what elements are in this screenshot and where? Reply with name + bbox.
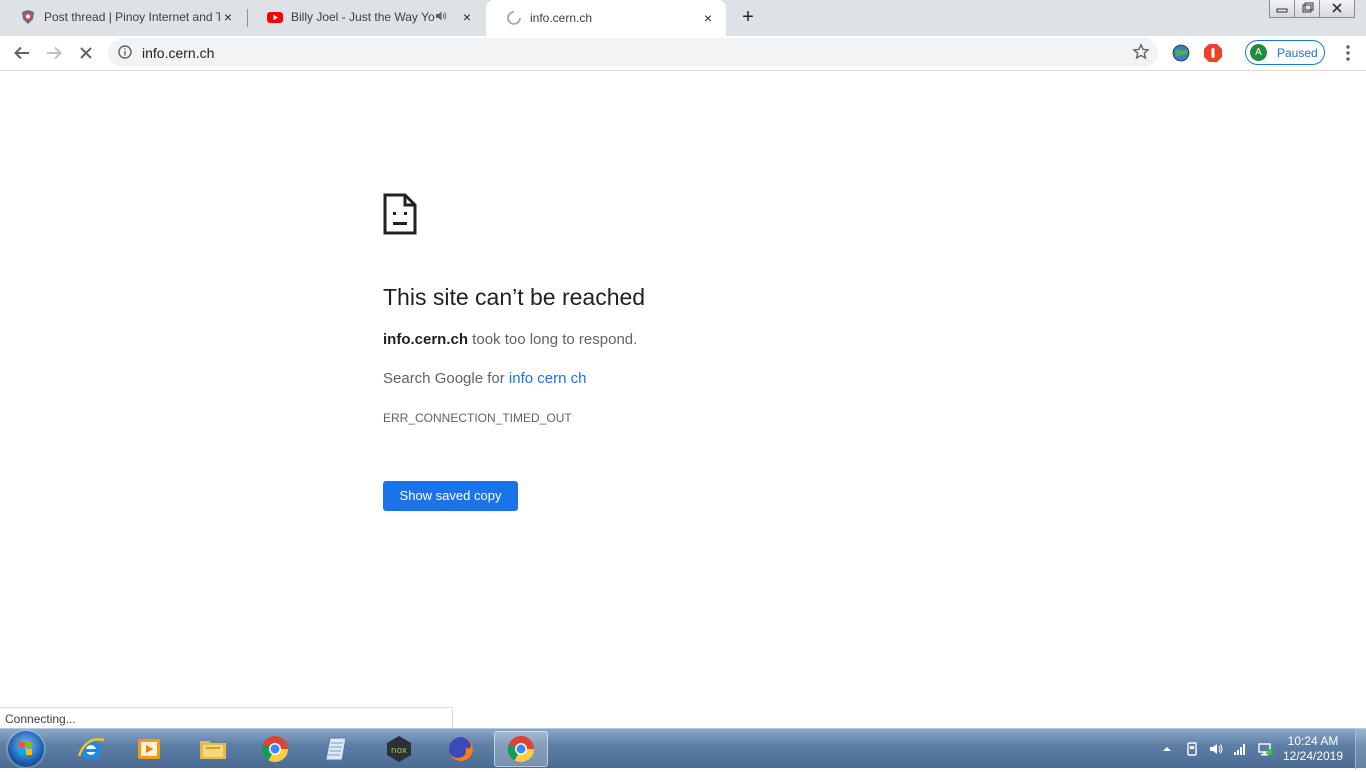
error-message-text: took too long to respond. (468, 331, 638, 348)
profile-status: Paused (1277, 46, 1318, 60)
tab-pinoy-forum[interactable]: Post thread | Pinoy Internet and T × (0, 0, 246, 34)
minimize-button[interactable] (1269, 0, 1295, 18)
media-player-icon (138, 739, 160, 759)
taskbar-internet-explorer[interactable] (64, 731, 118, 767)
file-explorer-icon (200, 741, 226, 759)
forward-button[interactable] (42, 41, 66, 65)
taskbar-nox[interactable]: nox (372, 731, 426, 767)
avatar: A (1250, 44, 1267, 61)
new-tab-button[interactable]: + (737, 6, 759, 28)
chrome-icon (507, 736, 535, 763)
clock-date: 12/24/2019 (1282, 749, 1344, 763)
taskbar-clock[interactable]: 10:24 AM 12/24/2019 (1282, 734, 1344, 764)
back-button[interactable] (10, 41, 34, 65)
info-icon[interactable] (118, 45, 132, 59)
pinoy-forum-icon (20, 9, 36, 25)
tab-info-cern[interactable]: info.cern.ch × (486, 0, 726, 36)
loading-spinner-icon (506, 10, 522, 26)
youtube-icon (267, 9, 283, 25)
error-host: info.cern.ch (383, 331, 469, 348)
volume-icon[interactable] (1208, 741, 1224, 757)
profile-button[interactable]: A Paused (1245, 40, 1325, 65)
address-url[interactable]: info.cern.ch (142, 45, 214, 61)
stop-icon (80, 47, 92, 59)
internet-explorer-icon (77, 738, 105, 760)
address-bar[interactable]: info.cern.ch (108, 38, 1158, 67)
network-connection-icon[interactable] (1256, 741, 1274, 757)
more-menu-icon[interactable] (1340, 44, 1356, 62)
search-suggestion: Search Google for info cern ch (383, 370, 586, 387)
stop-loading-button[interactable] (74, 41, 98, 65)
taskbar-firefox[interactable] (434, 731, 488, 767)
windows-taskbar: nox 10:24 AM 12/24/2019 (0, 728, 1366, 769)
notepad-icon (325, 737, 347, 761)
close-window-button[interactable] (1319, 0, 1355, 18)
svg-text:nox: nox (391, 746, 408, 756)
search-google-link[interactable]: info cern ch (509, 370, 587, 387)
tab-strip: Post thread | Pinoy Internet and T × Bil… (0, 0, 1366, 36)
arrow-left-icon (14, 46, 29, 60)
firefox-icon (449, 737, 473, 761)
show-saved-copy-button[interactable]: Show saved copy (383, 481, 518, 511)
error-code: ERR_CONNECTION_TIMED_OUT (383, 411, 572, 425)
search-suggestion-prefix: Search Google for (383, 370, 509, 387)
arrow-right-icon (47, 46, 62, 60)
adblock-stop-icon[interactable] (1203, 43, 1223, 63)
status-bubble: Connecting... (0, 707, 453, 728)
clock-time: 10:24 AM (1287, 734, 1339, 748)
taskbar-media-player[interactable] (122, 731, 176, 767)
bookmark-star-icon[interactable] (1132, 43, 1150, 61)
restore-button[interactable] (1294, 0, 1320, 18)
browser-toolbar: info.cern.ch A Paused (0, 36, 1366, 71)
device-icon[interactable] (1184, 741, 1200, 757)
show-hidden-icons-icon[interactable] (1162, 744, 1172, 754)
nox-icon: nox (387, 736, 411, 762)
tab-title: Post thread | Pinoy Internet and T (44, 10, 220, 24)
taskbar-notepad[interactable] (310, 731, 364, 767)
error-title: This site can’t be reached (383, 284, 646, 310)
close-icon[interactable]: × (220, 9, 236, 25)
taskbar-chrome[interactable] (248, 731, 302, 767)
chrome-icon (261, 736, 289, 763)
taskbar-file-explorer[interactable] (186, 731, 240, 767)
close-icon[interactable]: × (459, 9, 475, 25)
start-button[interactable] (8, 731, 44, 767)
windows-logo-icon (19, 742, 32, 755)
speaker-icon[interactable] (435, 10, 449, 25)
show-desktop-button[interactable] (1355, 729, 1366, 769)
tab-title: info.cern.ch (530, 11, 593, 25)
error-message: info.cern.ch took too long to respond. (383, 331, 637, 348)
taskbar-chrome-active[interactable] (494, 731, 548, 767)
tab-youtube[interactable]: Billy Joel - Just the Way You × (247, 0, 485, 34)
sad-page-icon (383, 193, 417, 235)
globe-extension-icon[interactable] (1171, 43, 1191, 63)
network-signal-icon[interactable] (1232, 741, 1248, 757)
tab-title: Billy Joel - Just the Way You (291, 10, 435, 24)
close-icon[interactable]: × (700, 10, 716, 26)
